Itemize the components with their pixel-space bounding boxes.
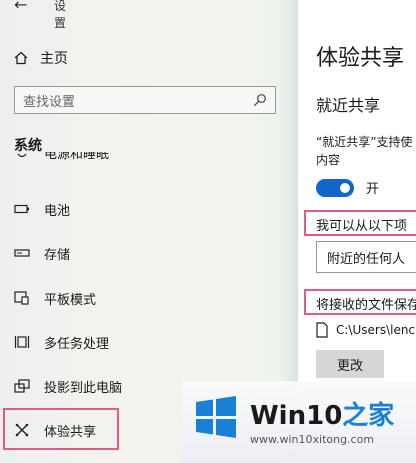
site-watermark: Win10之家 www.win10xitong.com xyxy=(182,381,416,463)
brand-accent: 之家 xyxy=(342,401,395,431)
sidebar-item-label: 存储 xyxy=(44,247,71,263)
sidebar-item-storage[interactable]: 存储 xyxy=(14,243,70,263)
nearby-sharing-heading: 就近共享 xyxy=(316,96,381,115)
sidebar-item-project-to-pc[interactable]: 投影到此电脑 xyxy=(14,376,122,396)
sidebar-item-battery[interactable]: 电池 xyxy=(14,199,70,219)
watermark-url: www.win10xitong.com xyxy=(250,433,375,446)
page-title: 体验共享 xyxy=(316,46,405,71)
nearby-sharing-toggle[interactable] xyxy=(316,178,354,197)
sidebar-item-label: 体验共享 xyxy=(44,424,97,440)
storage-icon xyxy=(14,245,30,261)
description-line: 内容 xyxy=(316,153,341,167)
home-nav-item[interactable]: 主页 xyxy=(14,48,68,68)
windows-logo-icon xyxy=(196,396,236,438)
sidebar-item-label: 电源和睡眠 xyxy=(44,152,110,162)
watermark-brand: Win10之家 xyxy=(250,395,394,432)
sidebar-item-label: 电池 xyxy=(44,203,71,219)
description-line: “就近共享”支持使 xyxy=(316,135,413,149)
shared-experiences-icon xyxy=(14,422,30,438)
battery-icon xyxy=(14,201,30,217)
brand-main: Win10 xyxy=(250,401,343,431)
search-placeholder: 查找设置 xyxy=(23,94,76,110)
home-label: 主页 xyxy=(40,51,68,67)
sidebar-item-label: 多任务处理 xyxy=(44,336,110,352)
change-location-button[interactable]: 更改 xyxy=(316,350,384,378)
save-path-row: C:\Users\lenc xyxy=(316,322,415,338)
toggle-knob xyxy=(340,182,350,193)
sidebar-item-label: 投影到此电脑 xyxy=(44,380,123,396)
home-icon xyxy=(14,51,28,65)
sidebar-item-label: 平板模式 xyxy=(44,292,97,308)
project-icon xyxy=(14,378,30,394)
search-icon[interactable] xyxy=(253,93,267,107)
multitasking-icon xyxy=(14,334,30,350)
toggle-state-label: 开 xyxy=(366,182,380,197)
sidebar-item-tablet-mode[interactable]: 平板模式 xyxy=(14,288,96,308)
save-location-label: 将接收的文件保存 xyxy=(316,298,416,313)
nearby-sharing-toggle-row: 开 xyxy=(316,178,379,197)
window-title: 设置 xyxy=(54,0,67,30)
save-path-text: C:\Users\lenc xyxy=(336,323,416,337)
nearby-sharing-description: “就近共享”支持使 内容 xyxy=(316,133,416,169)
dropdown-selected-value: 附近的任何人 xyxy=(327,251,406,267)
search-input[interactable]: 查找设置 xyxy=(14,86,276,114)
sidebar-item-shared-experiences[interactable]: 体验共享 xyxy=(14,420,96,440)
power-icon xyxy=(14,152,30,168)
receive-from-label: 我可以从以下项 xyxy=(316,219,408,234)
sidebar-item-multitasking[interactable]: 多任务处理 xyxy=(14,332,109,352)
tablet-mode-icon xyxy=(14,290,30,306)
back-arrow-icon[interactable]: ← xyxy=(14,0,27,14)
sidebar-item-power-sleep[interactable]: 电源和睡眠 xyxy=(14,152,109,176)
file-icon xyxy=(316,322,328,338)
receive-from-dropdown[interactable]: 附近的任何人 xyxy=(316,241,416,273)
